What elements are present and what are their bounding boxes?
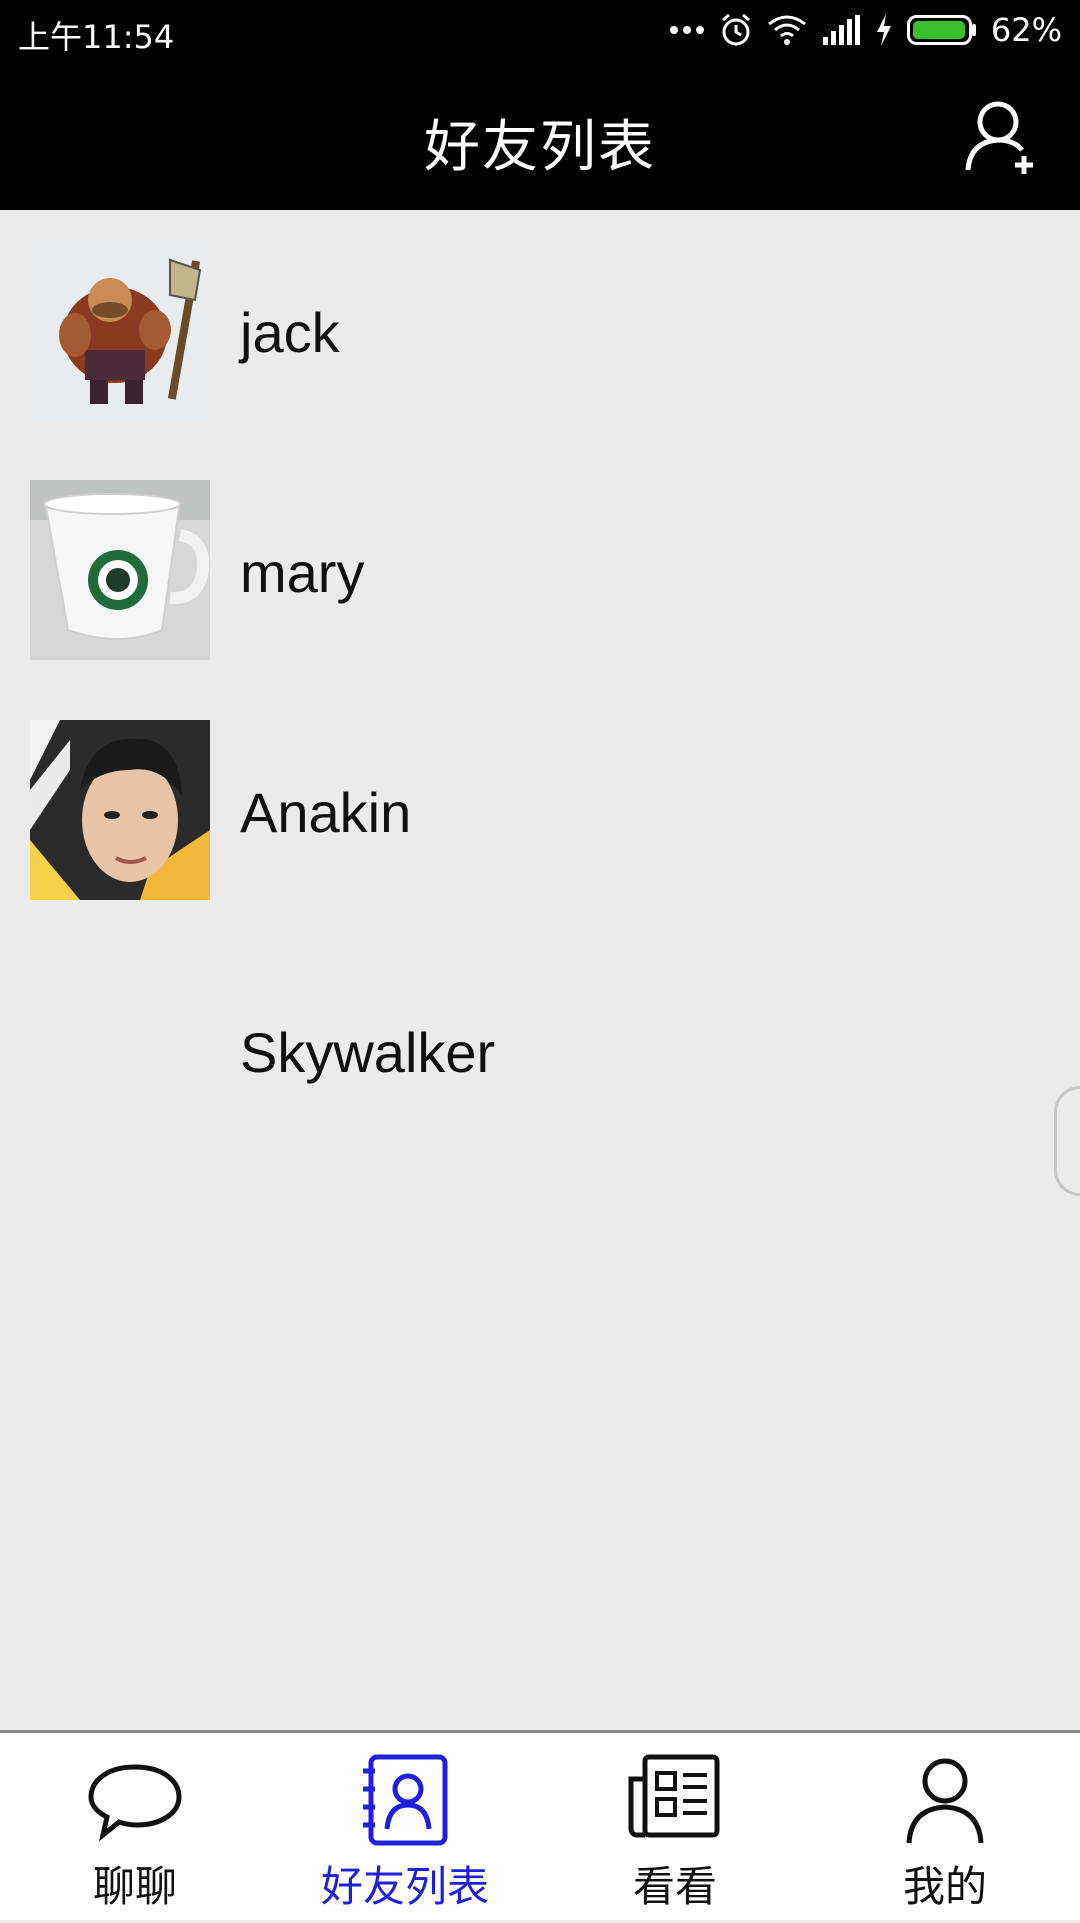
page-title: 好友列表 <box>424 115 656 180</box>
battery-icon <box>906 15 976 45</box>
coffee-cup-avatar <box>30 480 210 660</box>
status-icons: 62% <box>669 10 1062 50</box>
header: 好友列表 <box>0 62 1080 210</box>
person-icon <box>906 1758 984 1844</box>
face-avatar <box>30 720 210 900</box>
friend-name: jack <box>240 301 340 364</box>
warrior-avatar <box>30 240 210 420</box>
wifi-icon <box>767 15 806 45</box>
friend-row[interactable]: jack <box>0 210 1080 450</box>
tab-friends[interactable]: 好友列表 <box>270 1733 540 1923</box>
charging-icon <box>876 14 891 46</box>
news-icon <box>628 1754 720 1838</box>
status-time: 上午11:54 <box>18 18 175 56</box>
signal-icon <box>822 15 860 45</box>
tab-label: 聊聊 <box>92 1862 177 1911</box>
tab-label: 看看 <box>632 1862 717 1911</box>
chat-bubble-icon <box>88 1764 182 1842</box>
more-dots-icon <box>669 26 704 34</box>
tab-label: 我的 <box>902 1862 987 1911</box>
friend-name: Skywalker <box>240 1021 496 1084</box>
alarm-icon <box>721 13 750 46</box>
friend-name: Anakin <box>240 781 412 844</box>
contacts-book-icon <box>363 1754 448 1846</box>
tab-chat[interactable]: 聊聊 <box>0 1733 270 1923</box>
tab-me[interactable]: 我的 <box>810 1733 1080 1923</box>
status-bar: 上午11:54 62% <box>0 0 1080 62</box>
friend-row[interactable]: Anakin <box>0 690 1080 930</box>
bottom-tab-bar: 聊聊 好友列表 看看 我的 <box>0 1730 1080 1920</box>
tab-label: 好友列表 <box>320 1862 489 1911</box>
friend-row[interactable]: Skywalker <box>0 930 1080 1170</box>
add-friend-icon[interactable] <box>964 98 1040 176</box>
scroll-handle[interactable] <box>1054 1086 1080 1196</box>
friend-list: jack mary Anakin Skywalker <box>0 210 1080 1170</box>
friend-name: mary <box>240 541 365 604</box>
tab-browse[interactable]: 看看 <box>540 1733 810 1923</box>
friend-row[interactable]: mary <box>0 450 1080 690</box>
battery-percent: 62% <box>990 11 1062 49</box>
